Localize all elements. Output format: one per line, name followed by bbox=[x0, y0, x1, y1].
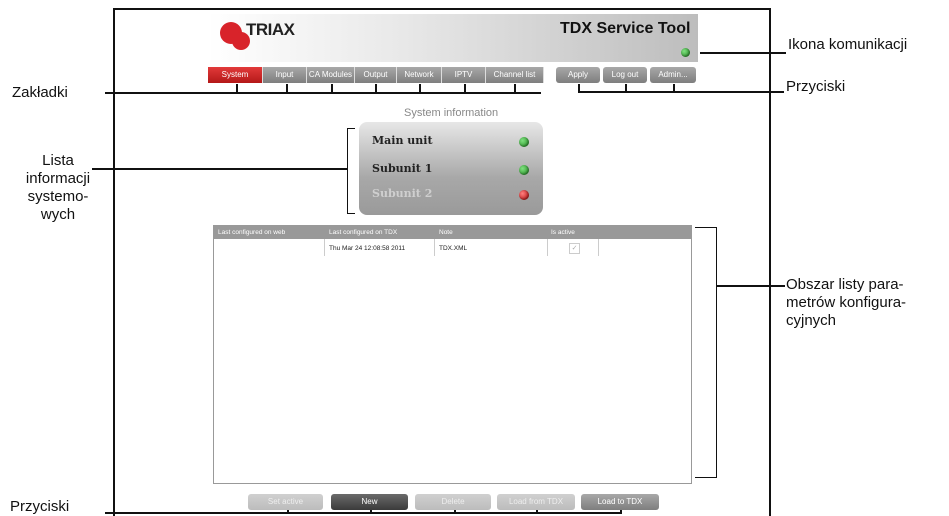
tick bbox=[454, 510, 456, 514]
tick bbox=[673, 84, 675, 92]
tab-channel-list[interactable]: Channel list bbox=[486, 67, 544, 83]
column-divider bbox=[598, 239, 599, 256]
syslist-line: wych bbox=[40, 206, 76, 223]
syslist-line: systemo- bbox=[27, 188, 89, 205]
tabs-annotation: Zakładki bbox=[12, 84, 68, 101]
tick bbox=[578, 84, 580, 92]
subunit-1-label: Subunit 1 bbox=[372, 162, 433, 175]
tick bbox=[236, 84, 238, 93]
new-button[interactable]: New bbox=[331, 494, 408, 510]
admin-button[interactable]: Admin... bbox=[650, 67, 696, 83]
app-title: TDX Service Tool bbox=[560, 20, 691, 37]
subunit-2-status-icon bbox=[519, 190, 529, 200]
config-table[interactable]: Last configured on web Last configured o… bbox=[213, 225, 692, 484]
paramlist-bracket bbox=[695, 227, 717, 478]
tick bbox=[331, 84, 333, 93]
subunit-2-label: Subunit 2 bbox=[372, 187, 433, 200]
bottom-buttons-callout-line bbox=[105, 512, 621, 514]
tick bbox=[464, 84, 466, 93]
tab-input[interactable]: Input bbox=[263, 67, 307, 83]
set-active-button[interactable]: Set active bbox=[248, 494, 323, 510]
comm-callout-line bbox=[700, 52, 786, 54]
row-tdx-date[interactable]: Thu Mar 24 12:08:58 2011 bbox=[329, 245, 405, 252]
paramlist-line: cyjnych bbox=[786, 312, 837, 329]
tab-output[interactable]: Output bbox=[355, 67, 397, 83]
tick bbox=[287, 510, 289, 514]
column-header[interactable]: Last configured on web bbox=[218, 229, 285, 236]
tick bbox=[536, 510, 538, 514]
tick bbox=[625, 84, 627, 92]
tick bbox=[620, 510, 622, 514]
column-divider bbox=[324, 239, 325, 256]
syslist-line: informacji bbox=[25, 170, 91, 187]
tick bbox=[419, 84, 421, 93]
paramlist-annotation: Obszar listy para- metrów konfigura- cyj… bbox=[786, 276, 906, 330]
column-header[interactable]: Note bbox=[439, 229, 453, 236]
top-buttons-callout-line bbox=[578, 91, 784, 93]
syslist-bracket bbox=[347, 128, 355, 214]
load-from-tdx-button[interactable]: Load from TDX bbox=[497, 494, 575, 510]
column-header[interactable]: Is active bbox=[551, 229, 575, 236]
main-unit-label: Main unit bbox=[372, 134, 433, 147]
tab-ca-modules[interactable]: CA Modules bbox=[307, 67, 355, 83]
column-header[interactable]: Last configured on TDX bbox=[329, 229, 397, 236]
column-divider bbox=[547, 239, 548, 256]
tick bbox=[286, 84, 288, 93]
tabs-callout-line bbox=[105, 92, 541, 94]
paramlist-line: metrów konfigura- bbox=[786, 294, 907, 311]
load-to-tdx-button[interactable]: Load to TDX bbox=[581, 494, 659, 510]
delete-button[interactable]: Delete bbox=[415, 494, 491, 510]
tab-system[interactable]: System bbox=[208, 67, 263, 83]
syslist-callout-line bbox=[92, 168, 348, 170]
main-unit-status-icon bbox=[519, 137, 529, 147]
syslist-annotation: Lista informacji systemo- wych bbox=[25, 152, 91, 224]
logout-button[interactable]: Log out bbox=[603, 67, 647, 83]
comm-icon-annotation: Ikona komunikacji bbox=[788, 36, 908, 53]
row-note[interactable]: TDX.XML bbox=[439, 245, 467, 252]
tab-network[interactable]: Network bbox=[397, 67, 442, 83]
syslist-line: Lista bbox=[42, 152, 74, 169]
bottom-buttons-annotation: Przyciski bbox=[10, 498, 70, 515]
is-active-checkbox[interactable]: ✓ bbox=[569, 243, 580, 254]
tick bbox=[375, 84, 377, 93]
column-divider bbox=[434, 239, 435, 256]
subunit-1-status-icon bbox=[519, 165, 529, 175]
apply-button[interactable]: Apply bbox=[556, 67, 600, 83]
tick bbox=[370, 510, 372, 514]
top-buttons-annotation: Przyciski bbox=[786, 78, 846, 95]
paramlist-callout-line bbox=[717, 285, 785, 287]
paramlist-line: Obszar listy para- bbox=[786, 276, 904, 293]
tick bbox=[514, 84, 516, 93]
system-info-title: System information bbox=[404, 107, 499, 119]
tab-iptv[interactable]: IPTV bbox=[442, 67, 486, 83]
communication-status-icon bbox=[681, 48, 690, 57]
logo-text: TRIAX bbox=[246, 20, 295, 39]
